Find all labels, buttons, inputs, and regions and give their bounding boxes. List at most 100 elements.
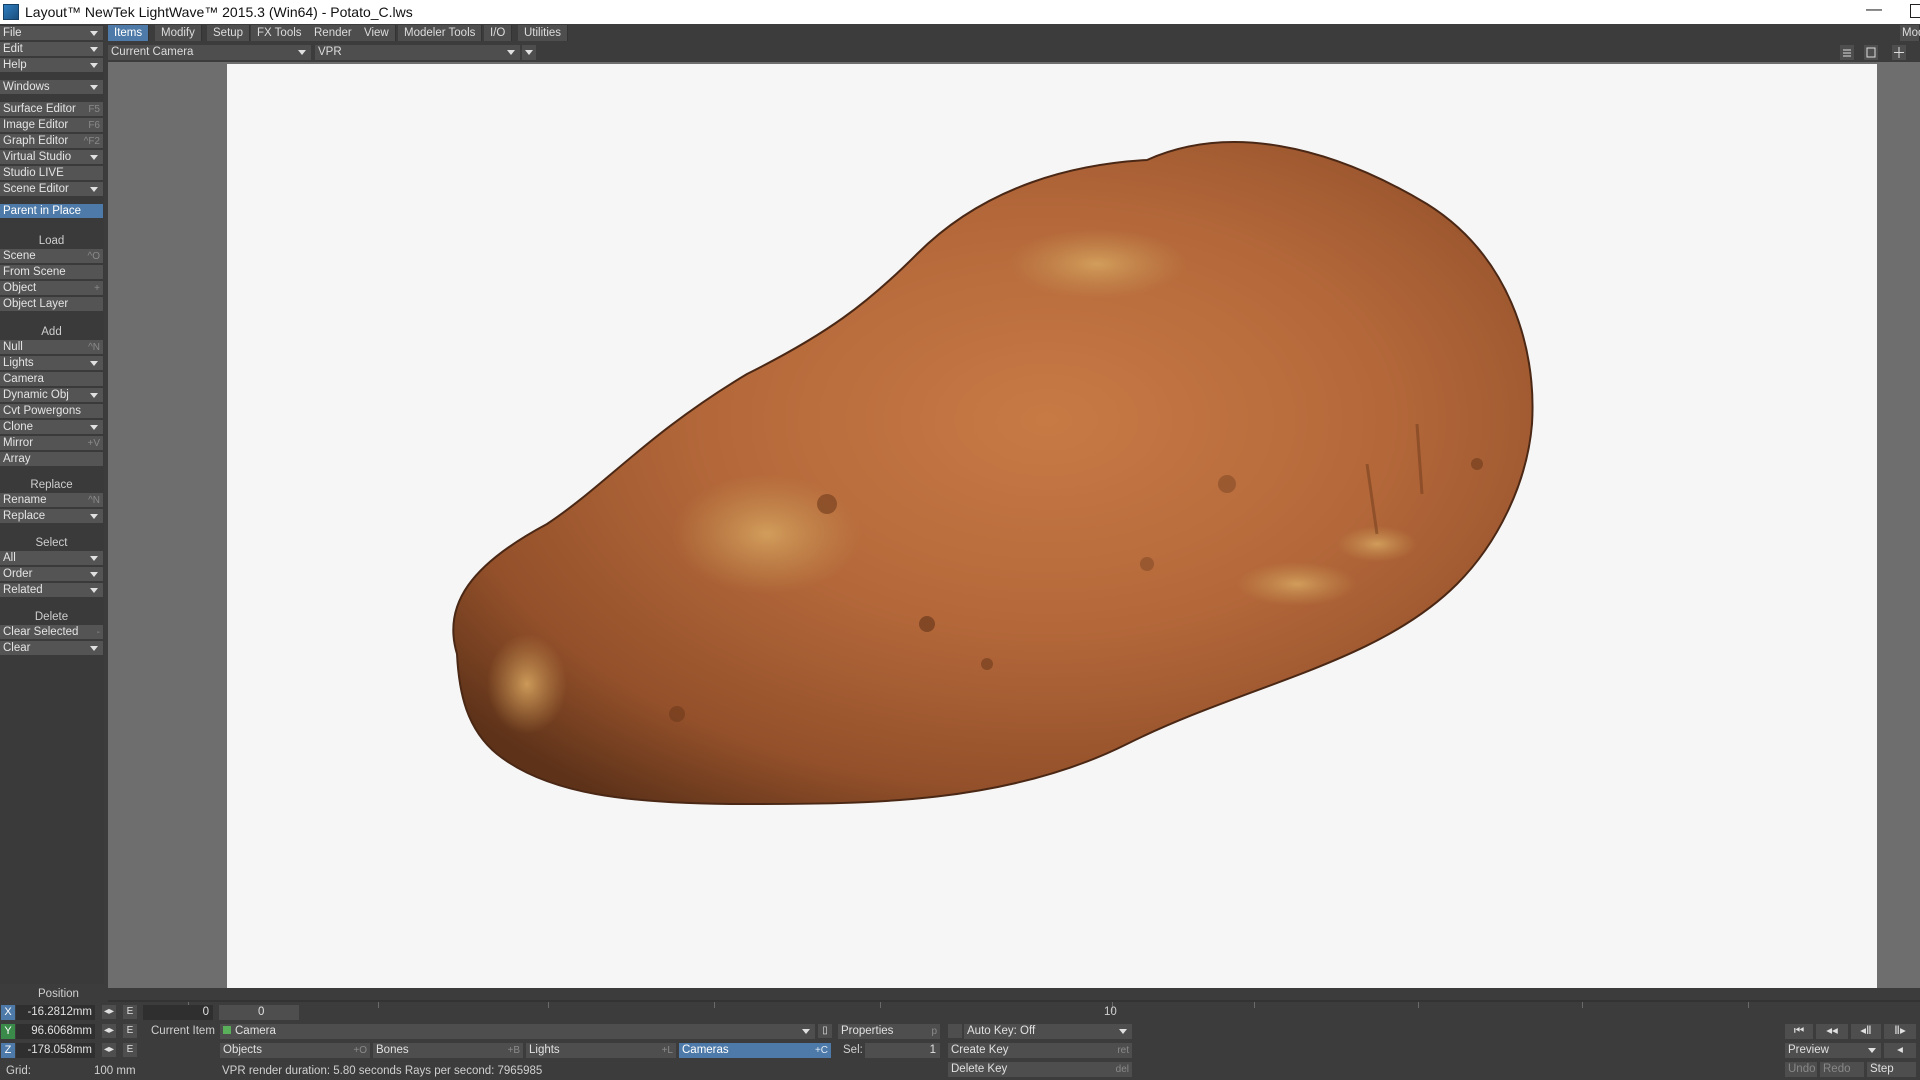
load-from-scene-button[interactable]: From Scene — [0, 265, 103, 280]
position-y-field[interactable]: 96.6068mm — [16, 1024, 95, 1039]
redo-button[interactable]: Redo — [1820, 1062, 1864, 1077]
rename-button[interactable]: Rename ^N — [0, 493, 103, 508]
select-related-menu[interactable]: Related — [0, 583, 103, 598]
maximize-button[interactable] — [1910, 4, 1920, 18]
render-mode-select[interactable]: VPR — [315, 45, 520, 60]
cameras-button[interactable]: Cameras +C — [679, 1043, 831, 1058]
viewport-list-icon[interactable] — [1840, 45, 1854, 60]
step-back-icon[interactable]: ◂◂ — [1816, 1024, 1848, 1039]
edit-menu[interactable]: Edit — [0, 42, 103, 57]
properties-button[interactable]: Properties p — [838, 1024, 940, 1039]
file-menu[interactable]: File — [0, 26, 103, 41]
replace-menu[interactable]: Replace — [0, 509, 103, 524]
viewport-options-dropdown[interactable] — [522, 45, 536, 60]
lights-button[interactable]: Lights +L — [526, 1043, 676, 1058]
help-menu[interactable]: Help — [0, 58, 103, 73]
minimize-button[interactable]: — — [1864, 0, 1884, 24]
auto-key-select[interactable]: Auto Key: Off — [964, 1024, 1132, 1039]
item-properties-toggle[interactable]: ▯ — [818, 1024, 832, 1038]
cvt-powergons-button[interactable]: Cvt Powergons — [0, 404, 103, 419]
load-scene-button[interactable]: Scene ^O — [0, 249, 103, 264]
delete-key-button[interactable]: Delete Key del — [948, 1062, 1132, 1077]
view-type-select[interactable]: Current Camera — [108, 45, 311, 60]
preview-select[interactable]: Preview — [1785, 1043, 1881, 1058]
create-key-button[interactable]: Create Key ret — [948, 1043, 1132, 1058]
grid-value[interactable]: 100 mm — [94, 1064, 136, 1079]
tab-modeler-tools[interactable]: Modeler Tools — [398, 25, 483, 41]
delete-header: Delete — [34, 611, 69, 623]
auto-key-toggle[interactable] — [948, 1024, 962, 1038]
array-button[interactable]: Array — [0, 452, 103, 467]
current-item-select[interactable]: Camera — [220, 1024, 815, 1039]
y-axis-toggle[interactable]: Y — [1, 1024, 15, 1039]
tab-setup[interactable]: Setup — [207, 25, 251, 41]
select-all-menu[interactable]: All — [0, 551, 103, 566]
chevron-down-icon — [90, 155, 98, 160]
chevron-down-icon — [90, 85, 98, 90]
position-z-field[interactable]: -178.058mm — [16, 1043, 95, 1058]
x-envelope-button[interactable]: E — [123, 1005, 137, 1019]
studio-live-button[interactable]: Studio LIVE — [0, 166, 103, 181]
x-drag-arrows-icon[interactable]: ◂▸ — [102, 1005, 116, 1019]
tab-modify[interactable]: Modify — [155, 25, 202, 41]
current-frame-field[interactable]: 0 — [143, 1005, 213, 1020]
virtual-studio-button[interactable]: Virtual Studio — [0, 150, 103, 165]
surface-editor-button[interactable]: Surface Editor F5 — [0, 102, 103, 117]
chevron-down-icon — [525, 50, 533, 55]
load-object-button[interactable]: Object + — [0, 281, 103, 296]
modeler-switch-button[interactable]: Mod — [1900, 25, 1920, 41]
clear-menu[interactable]: Clear — [0, 641, 103, 656]
maximize-viewport-icon[interactable] — [1864, 45, 1878, 60]
camera-viewport[interactable] — [227, 64, 1877, 988]
z-envelope-button[interactable]: E — [123, 1043, 137, 1057]
position-x-field[interactable]: -16.2812mm — [16, 1005, 95, 1020]
tab-items[interactable]: Items — [108, 25, 150, 41]
load-object-layer-button[interactable]: Object Layer — [0, 297, 103, 312]
add-dynamic-obj-menu[interactable]: Dynamic Obj — [0, 388, 103, 403]
graph-editor-button[interactable]: Graph Editor ^F2 — [0, 134, 103, 149]
z-drag-arrows-icon[interactable]: ◂▸ — [102, 1043, 116, 1057]
z-axis-toggle[interactable]: Z — [1, 1043, 15, 1058]
undo-button[interactable]: Undo — [1785, 1062, 1817, 1077]
frame-slider[interactable]: 0 — [219, 1005, 299, 1020]
y-drag-arrows-icon[interactable]: ◂▸ — [102, 1024, 116, 1038]
left-toolbar: File Edit Help Windows Surface Editor F5 … — [0, 24, 104, 984]
go-to-start-icon[interactable]: ⏮ — [1785, 1024, 1813, 1039]
x-axis-toggle[interactable]: X — [1, 1005, 15, 1020]
chevron-down-icon — [90, 393, 98, 398]
preview-collapse-icon[interactable]: ◂ — [1884, 1043, 1916, 1058]
add-null-button[interactable]: Null ^N — [0, 340, 103, 355]
image-editor-button[interactable]: Image Editor F6 — [0, 118, 103, 133]
position-header: Position — [38, 988, 79, 1000]
chevron-down-icon — [1868, 1048, 1876, 1053]
play-reverse-icon[interactable]: ◂Ⅱ — [1851, 1024, 1881, 1039]
objects-button[interactable]: Objects +O — [220, 1043, 370, 1058]
play-forward-icon[interactable]: Ⅱ▸ — [1884, 1024, 1916, 1039]
tab-view[interactable]: View — [358, 25, 396, 41]
windows-menu[interactable]: Windows — [0, 80, 103, 95]
select-order-menu[interactable]: Order — [0, 567, 103, 582]
frame-tick-label: 10 — [1104, 1006, 1117, 1018]
clone-menu[interactable]: Clone — [0, 420, 103, 435]
step-button[interactable]: Step — [1867, 1062, 1916, 1077]
tab-fx-tools[interactable]: FX Tools — [251, 25, 309, 41]
potato-render — [452, 141, 1534, 806]
chevron-down-icon — [507, 50, 515, 55]
add-lights-menu[interactable]: Lights — [0, 356, 103, 371]
scene-editor-button[interactable]: Scene Editor — [0, 182, 103, 197]
clear-selected-button[interactable]: Clear Selected - — [0, 625, 103, 640]
tab-io[interactable]: I/O — [484, 25, 513, 41]
timeline-bar — [108, 988, 1920, 1002]
frame-ruler[interactable] — [108, 1002, 1920, 1024]
main-tab-bar: Items Modify Setup FX Tools Render View … — [108, 24, 1920, 42]
parent-in-place-toggle[interactable]: Parent in Place — [0, 204, 103, 219]
y-envelope-button[interactable]: E — [123, 1024, 137, 1038]
tab-render[interactable]: Render — [308, 25, 359, 41]
status-bar: VPR render duration: 5.80 seconds Rays p… — [222, 1065, 543, 1077]
mirror-button[interactable]: Mirror +V — [0, 436, 103, 451]
move-view-icon[interactable] — [1892, 45, 1906, 60]
add-camera-button[interactable]: Camera — [0, 372, 103, 387]
bones-button[interactable]: Bones +B — [373, 1043, 523, 1058]
tab-utilities[interactable]: Utilities — [518, 25, 569, 41]
selection-count-field: 1 — [865, 1043, 940, 1058]
